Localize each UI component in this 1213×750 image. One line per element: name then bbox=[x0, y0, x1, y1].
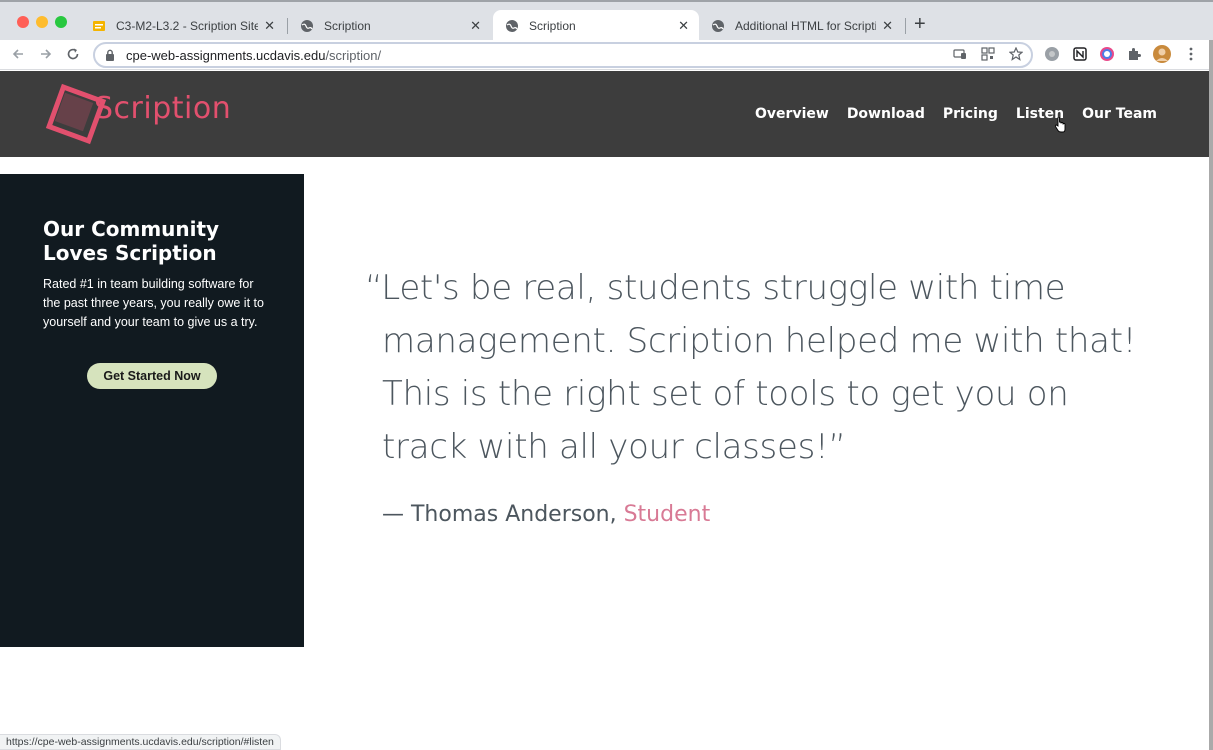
address-bar[interactable]: cpe-web-assignments.ucdavis.edu/scriptio… bbox=[93, 42, 1033, 68]
tab-title: Scription bbox=[324, 19, 371, 33]
qr-code-icon[interactable] bbox=[981, 47, 995, 61]
main-nav: Overview Download Pricing Listen Our Tea… bbox=[737, 106, 1157, 122]
browser-toolbar: cpe-web-assignments.ucdavis.edu/scriptio… bbox=[0, 40, 1213, 70]
docs-icon bbox=[93, 21, 105, 31]
extension-grey-icon[interactable] bbox=[1044, 46, 1060, 62]
testimonial-role: Student bbox=[623, 502, 711, 527]
testimonial-author: — Thomas Anderson, bbox=[382, 502, 624, 527]
url-host: cpe-web-assignments.ucdavis.edu bbox=[126, 47, 326, 63]
site-header: Scription Overview Download Pricing List… bbox=[0, 71, 1209, 157]
new-tab-button[interactable]: + bbox=[914, 14, 926, 34]
tab-3-active[interactable]: Scription ✕ bbox=[493, 10, 699, 42]
close-tab-icon[interactable]: ✕ bbox=[882, 18, 893, 34]
url-path: /scription/ bbox=[325, 47, 382, 63]
tab-strip: C3-M2-L3.2 - Scription Site - ✕ Scriptio… bbox=[0, 0, 1213, 42]
cast-icon[interactable] bbox=[953, 47, 967, 61]
community-sidebar: Our Community Loves Scription Rated #1 i… bbox=[0, 174, 304, 647]
sidebar-description: Rated #1 in team building software for t… bbox=[43, 277, 264, 329]
status-bar-url: https://cpe-web-assignments.ucdavis.edu/… bbox=[0, 734, 281, 750]
profile-avatar-icon[interactable] bbox=[1153, 45, 1171, 63]
tab-title: Additional HTML for Scription bbox=[735, 19, 877, 33]
close-window-button[interactable] bbox=[17, 16, 29, 28]
tab-2[interactable]: Scription ✕ bbox=[288, 10, 491, 42]
testimonial-citation: — Thomas Anderson, Student bbox=[382, 502, 710, 527]
nav-pricing[interactable]: Pricing bbox=[943, 106, 998, 122]
bookmark-star-icon[interactable] bbox=[1009, 47, 1023, 61]
globe-icon bbox=[506, 20, 518, 32]
lock-icon bbox=[106, 49, 114, 61]
tab-title: C3-M2-L3.2 - Scription Site - bbox=[116, 19, 259, 33]
url-text: cpe-web-assignments.ucdavis.edu/scriptio… bbox=[126, 48, 381, 63]
testimonial-quote: “Let's be real, students struggle with t… bbox=[365, 268, 1137, 467]
notion-icon[interactable] bbox=[1072, 46, 1088, 62]
nav-our-team[interactable]: Our Team bbox=[1082, 106, 1157, 122]
hand-cursor-icon bbox=[1054, 117, 1066, 133]
close-tab-icon[interactable]: ✕ bbox=[264, 18, 275, 34]
window-edge bbox=[1209, 40, 1213, 750]
logo-text[interactable]: Scription bbox=[94, 91, 231, 126]
tab-separator bbox=[905, 18, 906, 34]
tab-title: Scription bbox=[529, 19, 576, 33]
nav-download[interactable]: Download bbox=[847, 106, 925, 122]
back-icon[interactable] bbox=[11, 47, 25, 61]
extensions-puzzle-icon[interactable] bbox=[1126, 46, 1142, 62]
browser-window: C3-M2-L3.2 - Scription Site - ✕ Scriptio… bbox=[0, 0, 1213, 750]
forward-icon[interactable] bbox=[39, 47, 53, 61]
globe-icon bbox=[301, 20, 313, 32]
address-bar-actions bbox=[953, 47, 1023, 61]
nav-overview[interactable]: Overview bbox=[755, 106, 829, 122]
maximize-window-button[interactable] bbox=[55, 16, 67, 28]
more-menu-icon[interactable] bbox=[1183, 46, 1199, 62]
tab-1[interactable]: C3-M2-L3.2 - Scription Site - ✕ bbox=[80, 10, 285, 42]
close-tab-icon[interactable]: ✕ bbox=[678, 18, 689, 34]
globe-icon bbox=[712, 20, 724, 32]
close-tab-icon[interactable]: ✕ bbox=[470, 18, 481, 34]
color-picker-icon[interactable] bbox=[1099, 46, 1115, 62]
reload-icon[interactable] bbox=[66, 47, 80, 61]
tab-4[interactable]: Additional HTML for Scription ✕ bbox=[699, 10, 903, 42]
minimize-window-button[interactable] bbox=[36, 16, 48, 28]
sidebar-title: Our Community Loves Scription bbox=[43, 217, 220, 265]
get-started-button[interactable]: Get Started Now bbox=[87, 363, 217, 389]
